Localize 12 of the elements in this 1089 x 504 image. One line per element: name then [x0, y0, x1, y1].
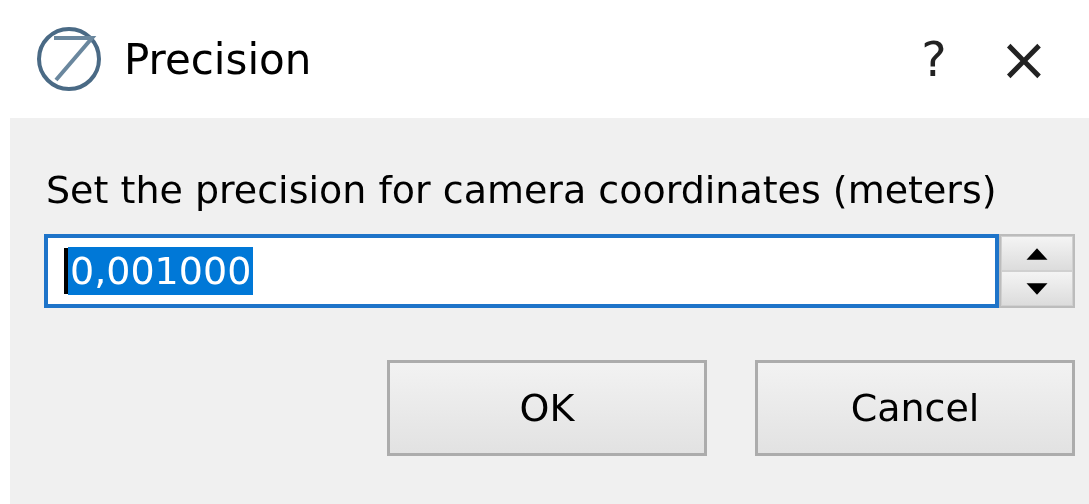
cancel-button[interactable]: Cancel	[755, 360, 1075, 456]
app-icon	[34, 24, 104, 94]
spin-field[interactable]: 0,001000	[44, 234, 999, 308]
prompt-label: Set the precision for camera coordinates (meters)	[46, 168, 998, 212]
up-arrow-icon	[1025, 246, 1049, 261]
close-button[interactable]: ×	[979, 14, 1069, 104]
help-button[interactable]: ?	[889, 14, 979, 104]
window-title: Precision	[124, 34, 313, 84]
ok-button[interactable]: OK	[387, 360, 707, 456]
down-arrow-icon	[1025, 281, 1049, 296]
spin-down-button[interactable]	[1001, 271, 1073, 306]
spin-up-button[interactable]	[1001, 236, 1073, 271]
